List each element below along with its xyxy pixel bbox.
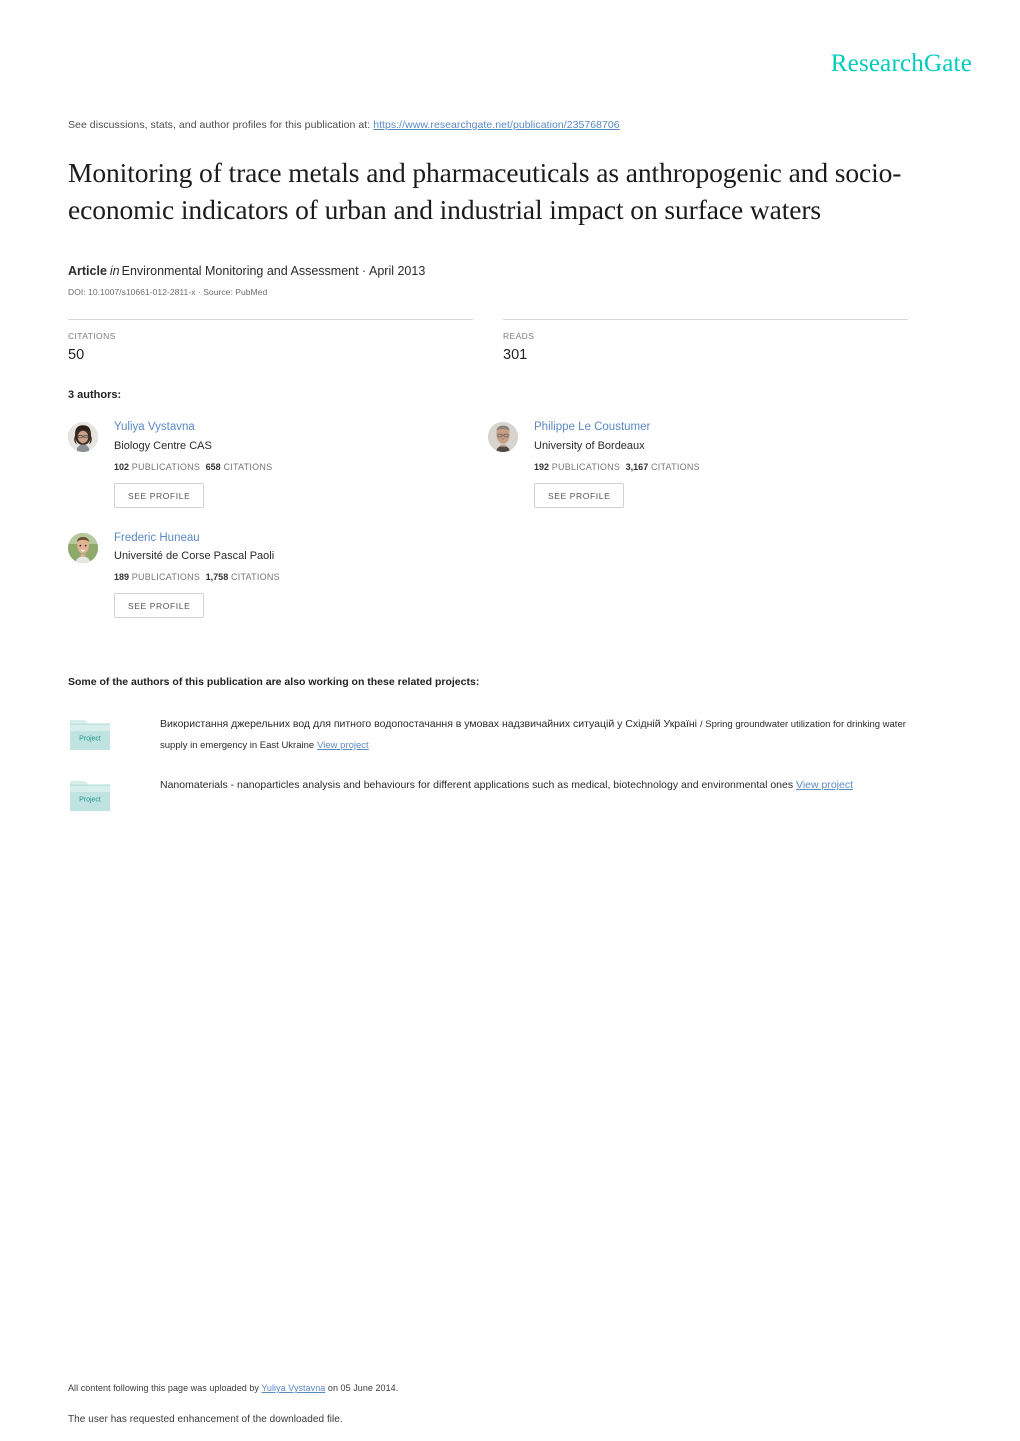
- project-item: Project Nanomaterials - nanoparticles an…: [68, 775, 908, 815]
- author-name-link[interactable]: Yuliya Vystavna: [114, 419, 272, 436]
- author-affiliation: University of Bordeaux: [534, 439, 645, 452]
- project-title: Використання джерельних вод для питного …: [160, 714, 908, 755]
- avatar: [68, 532, 98, 563]
- author-citations-label: CITATIONS: [223, 461, 273, 472]
- project-item: Project Використання джерельних вод для …: [68, 714, 908, 755]
- upload-suffix-text: on 05 June 2014.: [327, 1383, 399, 1393]
- author-affiliation: Biology Centre CAS: [114, 439, 212, 452]
- author-name-link[interactable]: Philippe Le Coustumer: [534, 419, 700, 436]
- project-title-main: Використання джерельних вод для питного …: [160, 718, 698, 731]
- author-publications-label: PUBLICATIONS: [131, 572, 201, 583]
- author-info: Yuliya Vystavna Biology Centre CAS 102 P…: [114, 419, 272, 508]
- see-profile-button[interactable]: SEE PROFILE: [114, 482, 205, 508]
- author-citations-count: 3,167: [625, 461, 649, 472]
- author-citations-label: CITATIONS: [230, 572, 280, 583]
- avatar: [488, 422, 518, 453]
- publication-cover-page: ResearchGate See discussions, stats, and…: [0, 0, 1020, 1441]
- author-citations-label: CITATIONS: [650, 461, 700, 472]
- enhancement-note: The user has requested enhancement of th…: [68, 1413, 343, 1425]
- author-publications-label: PUBLICATIONS: [551, 461, 621, 472]
- citations-value: 50: [68, 347, 85, 364]
- upload-attribution: All content following this page was uplo…: [68, 1382, 908, 1396]
- publication-url-link[interactable]: https://www.researchgate.net/publication…: [373, 119, 620, 131]
- related-projects-heading: Some of the authors of this publication …: [68, 676, 480, 689]
- author-citations-count: 1,758: [205, 572, 229, 583]
- project-title: Nanomaterials - nanoparticles analysis a…: [160, 775, 853, 795]
- publication-venue: Environmental Monitoring and Assessment …: [121, 264, 426, 279]
- citations-stat: CITATIONS 50: [68, 319, 473, 363]
- project-icon-label: Project: [79, 736, 101, 743]
- see-profile-button[interactable]: SEE PROFILE: [114, 593, 205, 619]
- author-card: Yuliya Vystavna Biology Centre CAS 102 P…: [68, 419, 488, 508]
- citations-label: CITATIONS: [68, 331, 116, 342]
- publication-meta: Article in Environmental Monitoring and As…: [68, 262, 908, 281]
- author-name-link[interactable]: Frederic Huneau: [114, 530, 280, 547]
- divider: [68, 319, 473, 321]
- reads-stat: READS 301: [503, 319, 908, 363]
- divider: [503, 319, 908, 321]
- view-project-link[interactable]: View project: [796, 779, 853, 791]
- author-stats: 189 PUBLICATIONS 1,758 CITATIONS: [114, 572, 280, 582]
- author-stats: 102 PUBLICATIONS 658 CITATIONS: [114, 462, 272, 472]
- author-info: Philippe Le Coustumer University of Bord…: [534, 419, 700, 508]
- author-publications-count: 189: [114, 572, 130, 583]
- project-title-main: Nanomaterials - nanoparticles analysis a…: [160, 779, 794, 792]
- project-folder-icon: Project: [68, 714, 112, 754]
- researchgate-logo: ResearchGate: [830, 50, 972, 77]
- author-card: Philippe Le Coustumer University of Bord…: [488, 419, 908, 508]
- authors-row-2: Frederic Huneau Université de Corse Pasc…: [68, 530, 908, 641]
- publication-doi: DOI: 10.1007/s10661-012-2811-x · Source:…: [68, 287, 268, 298]
- project-folder-icon: Project: [68, 775, 112, 815]
- reads-label: READS: [503, 331, 535, 342]
- author-stats: 192 PUBLICATIONS 3,167 CITATIONS: [534, 462, 700, 472]
- reads-value: 301: [503, 347, 528, 364]
- publication-type: Article: [68, 264, 107, 279]
- upload-prefix-text: All content following this page was uplo…: [68, 1383, 259, 1393]
- main-content: See discussions, stats, and author profi…: [68, 118, 908, 835]
- page-footer: All content following this page was uplo…: [68, 1382, 908, 1427]
- project-icon-label: Project: [79, 797, 101, 804]
- author-publications-count: 192: [534, 461, 550, 472]
- author-affiliation: Université de Corse Pascal Paoli: [114, 550, 275, 563]
- discussions-line: See discussions, stats, and author profi…: [68, 118, 908, 133]
- see-profile-button[interactable]: SEE PROFILE: [534, 482, 625, 508]
- publication-in-word: in: [109, 264, 120, 279]
- author-citations-count: 658: [205, 461, 221, 472]
- view-project-link[interactable]: View project: [317, 740, 369, 751]
- authors-grid: Yuliya Vystavna Biology Centre CAS 102 P…: [68, 419, 908, 640]
- author-publications-count: 102: [114, 461, 130, 472]
- discussions-prefix-text: See discussions, stats, and author profi…: [68, 119, 371, 131]
- avatar: [68, 422, 98, 453]
- page-title: Monitoring of trace metals and pharmaceu…: [68, 156, 902, 225]
- author-card: Frederic Huneau Université de Corse Pasc…: [68, 530, 508, 619]
- authors-row-1: Yuliya Vystavna Biology Centre CAS 102 P…: [68, 419, 908, 530]
- stats-row: CITATIONS 50 READS 301: [68, 319, 908, 363]
- author-info: Frederic Huneau Université de Corse Pasc…: [114, 530, 280, 619]
- authors-count-label: 3 authors:: [68, 389, 122, 402]
- related-projects-section: Some of the authors of this publication …: [68, 676, 908, 815]
- uploader-name-link[interactable]: Yuliya Vystavna: [261, 1383, 325, 1393]
- author-publications-label: PUBLICATIONS: [131, 461, 201, 472]
